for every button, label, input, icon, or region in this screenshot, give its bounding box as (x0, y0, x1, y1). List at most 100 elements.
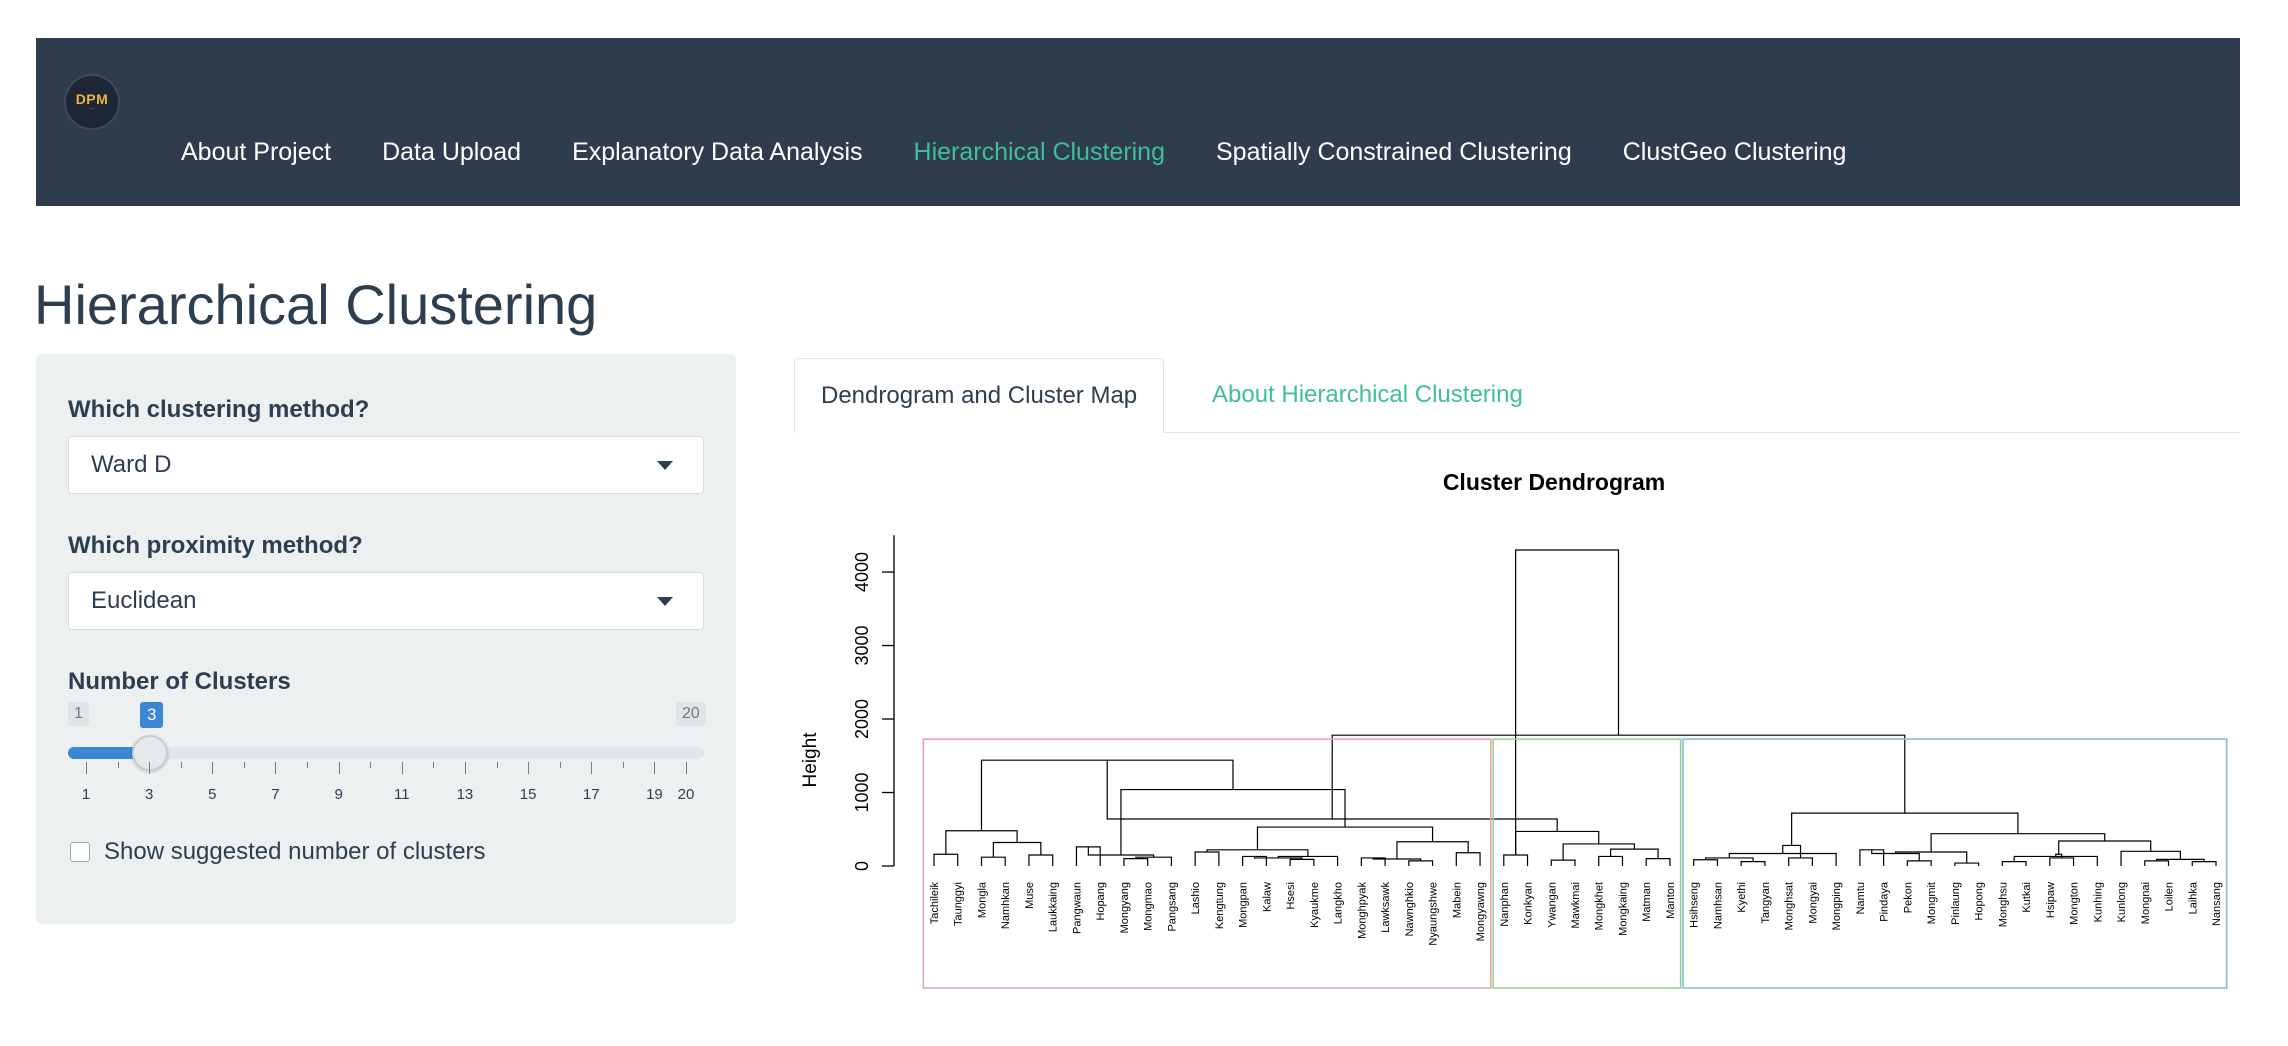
leaf-label: Mongkhet (1594, 882, 1606, 930)
slider-tick (686, 762, 687, 774)
dendrogram-merge (1728, 852, 1837, 866)
slider-tick-label: 1 (81, 786, 91, 803)
chart-title: Cluster Dendrogram (1443, 469, 1665, 495)
leaf-label: Muse (1024, 882, 1036, 909)
cluster-rectangle (922, 738, 1492, 989)
leaf-label: Pinlaung (1950, 882, 1962, 925)
dendrogram-merge (1256, 826, 1434, 850)
dendrogram-merge (1740, 860, 1766, 866)
leaf-label: Monghsat (1784, 882, 1796, 930)
dendrogram-merge (1610, 848, 1659, 859)
dendrogram-merge (1645, 858, 1671, 866)
leaf-label: Mongkaing (1617, 882, 1629, 936)
dendrogram-merge (1550, 859, 1576, 866)
dendrogram-merge (1503, 854, 1529, 866)
chevron-down-icon (657, 461, 673, 470)
slider-tick (149, 762, 151, 774)
leaf-label: Konkyan (1523, 882, 1535, 925)
leaf-label: Kalaw (1261, 882, 1273, 912)
leaf-label: Pekon (1902, 882, 1914, 913)
proximity-method-label: Which proximity method? (68, 532, 363, 559)
slider-tick (401, 762, 403, 774)
nav-links: About Project Data Upload Explanatory Da… (181, 138, 1846, 167)
leaf-label: Namtu (1855, 882, 1867, 914)
tab-about-hierarchical-clustering[interactable]: About Hierarchical Clustering (1186, 358, 1549, 432)
dendrogram-merge (1194, 851, 1220, 866)
proximity-method-select[interactable]: Euclidean (68, 572, 704, 630)
dendrogram-merge (1396, 841, 1469, 860)
slider-tick-label: 13 (456, 786, 474, 803)
nav-hierarchical-clustering[interactable]: Hierarchical Clustering (914, 138, 1165, 167)
nav-about-project[interactable]: About Project (181, 138, 331, 167)
page-title: Hierarchical Clustering (34, 273, 598, 336)
dendrogram-merge (980, 856, 1006, 866)
slider-tick-label: 19 (646, 786, 663, 803)
dendrogram-chart: Cluster Dendrogram Height 0 1000 2000 3000 4… (800, 469, 2228, 989)
y-tick-label: 4000 (852, 552, 872, 592)
leaf-label: Kunlong (2116, 882, 2128, 922)
dendrogram-merge (1954, 862, 1980, 866)
cluster-rectangle (1492, 738, 1682, 989)
slider-tick (212, 762, 214, 774)
leaf-label: Taunggyi (953, 882, 965, 926)
leaf-label: Hopong (1974, 882, 1986, 921)
leaf-label: Mongton (2069, 882, 2081, 925)
slider-tick (559, 762, 561, 768)
leaf-label: Nawnghkio (1404, 882, 1416, 936)
leaf-label: Kyaukme (1309, 882, 1321, 928)
nav-explanatory-data-analysis[interactable]: Explanatory Data Analysis (572, 138, 862, 167)
leaf-label: Nyaungshwe (1428, 882, 1440, 946)
y-tick-label: 3000 (852, 626, 872, 666)
slider-tick (464, 762, 466, 774)
clustering-method-value: Ward D (91, 451, 172, 478)
dendrogram-merge (1788, 857, 1814, 866)
leaf-label: Pindaya (1879, 881, 1891, 922)
dendrogram-merge (1120, 788, 1346, 855)
logo-subtext: — (89, 106, 95, 112)
tab-dendrogram-cluster-map[interactable]: Dendrogram and Cluster Map (794, 358, 1165, 433)
slider-tick-label: 7 (271, 786, 280, 803)
slider-tick (528, 762, 530, 774)
leaf-label: Monghsu (1997, 882, 2009, 927)
slider-tick (86, 762, 87, 774)
leaf-label: Mawkmai (1570, 882, 1582, 928)
leaf-label: Hopang (1095, 882, 1107, 921)
nav-data-upload[interactable]: Data Upload (382, 138, 521, 167)
dendrogram-merge (1515, 549, 1620, 855)
y-tick-label: 0 (852, 861, 872, 871)
leaf-label: Langkho (1333, 882, 1345, 924)
dendrogram-merge (1289, 858, 1315, 866)
leaf-label: Manton (1665, 882, 1677, 919)
dendrogram-merge (1598, 855, 1624, 866)
dendrogram-merge (1123, 858, 1149, 866)
tab-bar: Dendrogram and Cluster Map About Hierarc… (794, 358, 2240, 433)
slider-tick (591, 762, 593, 774)
slider-tick (433, 762, 435, 768)
slider-tick (622, 762, 624, 768)
leaf-label: Mongnai (2140, 882, 2152, 924)
leaf-label: Mongmao (1143, 882, 1155, 931)
dendrogram-merge (933, 853, 959, 866)
sidebar-panel: Which clustering method? Ward D Which pr… (36, 354, 736, 924)
slider-tick (370, 762, 372, 768)
leaf-label: Nanphan (1499, 882, 1511, 927)
dendrogram-merge (2144, 860, 2170, 866)
app-logo[interactable]: DPM — (64, 74, 120, 130)
clustering-method-select[interactable]: Ward D (68, 436, 704, 494)
slider-tick (654, 762, 656, 774)
suggest-clusters-label[interactable]: Show suggested number of clusters (104, 838, 486, 866)
leaf-label: Mabein (1451, 882, 1463, 918)
dendrogram-merge (1906, 860, 1932, 866)
suggest-clusters-checkbox[interactable] (70, 842, 90, 862)
nav-spatially-constrained-clustering[interactable]: Spatially Constrained Clustering (1216, 138, 1572, 167)
dendrogram-merge (1028, 854, 1054, 866)
leaf-label: Kutkai (2021, 882, 2033, 913)
leaf-label: Kunhing (2092, 882, 2104, 922)
y-tick-label: 1000 (852, 772, 872, 812)
leaf-label: Mongpan (1238, 882, 1250, 928)
leaf-label: Laihka (2187, 881, 2199, 914)
proximity-method-value: Euclidean (91, 587, 197, 614)
nav-clustgeo-clustering[interactable]: ClustGeo Clustering (1623, 138, 1847, 167)
dendrogram-merge (1693, 859, 1719, 866)
leaf-label: Matman (1641, 882, 1653, 922)
